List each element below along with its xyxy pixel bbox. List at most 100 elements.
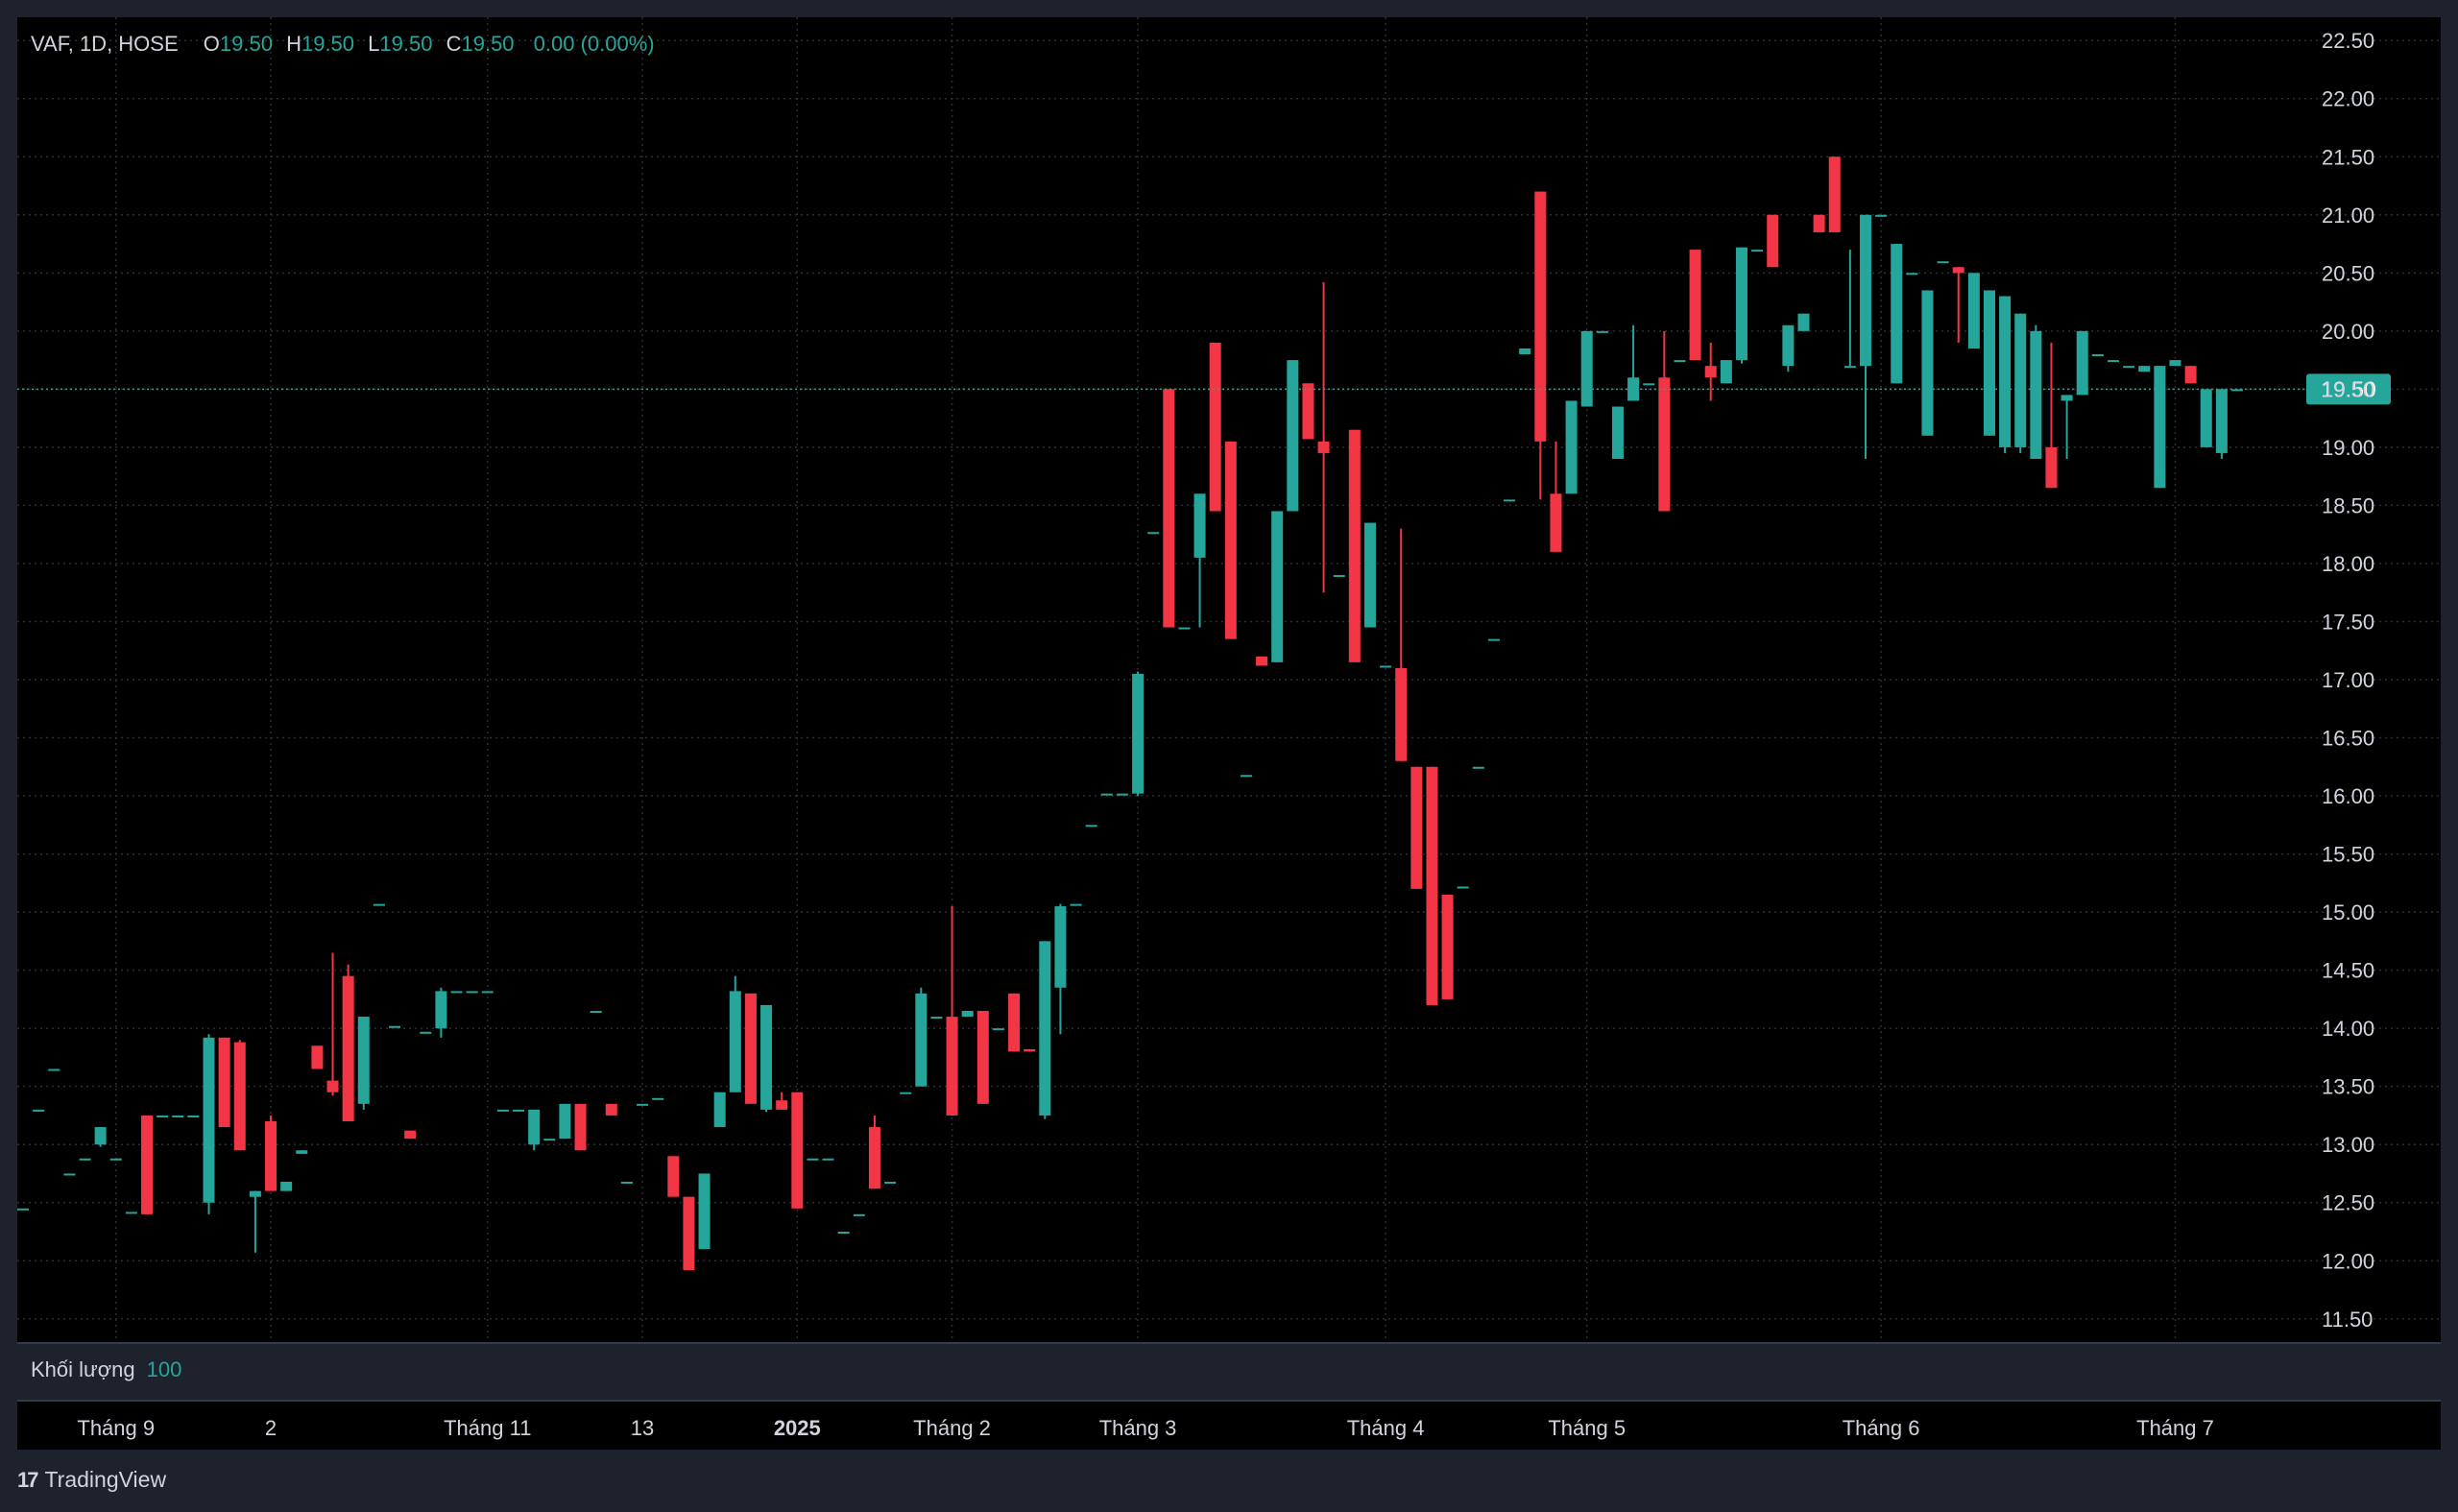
- candle-body: [1302, 383, 1314, 440]
- candle: [1116, 793, 1128, 796]
- candle: [1921, 290, 1934, 436]
- candle: [389, 1025, 401, 1028]
- candle: [1256, 656, 1268, 666]
- candle-body: [203, 1037, 215, 1203]
- candle: [404, 1130, 417, 1140]
- candle-body: [1704, 366, 1717, 378]
- candle-body: [2200, 389, 2212, 447]
- candle: [1426, 766, 1438, 1005]
- candle: [807, 1158, 819, 1161]
- candle-body: [1487, 638, 1500, 641]
- candle-body: [1426, 766, 1438, 1005]
- candle-body: [2184, 366, 2197, 384]
- candle-body: [481, 991, 494, 994]
- price-tick-label: 20.00: [2322, 320, 2374, 344]
- candle: [466, 991, 478, 994]
- candle-body: [1999, 296, 2012, 447]
- candle-body: [1287, 360, 1299, 512]
- close-label: C: [446, 32, 462, 56]
- candle: [900, 1092, 912, 1094]
- candle-body: [637, 1103, 649, 1106]
- chart-area[interactable]: 19.50 22.50 22.00 21.50 21.00 20.50 20.00 19.5…: [0, 0, 2458, 1512]
- candle-body: [404, 1130, 417, 1140]
- candle-body: [574, 1103, 587, 1151]
- candle-body: [125, 1212, 137, 1214]
- candle: [543, 1139, 556, 1141]
- candle: [1689, 250, 1701, 361]
- candle-body: [837, 1232, 850, 1234]
- price-tick-label: 19.00: [2322, 436, 2374, 460]
- candle: [837, 1232, 850, 1234]
- candle-body: [1627, 377, 1640, 401]
- candle: [1441, 894, 1454, 999]
- candle-body: [1008, 993, 1021, 1052]
- brand[interactable]: 17 TradingView: [17, 1467, 166, 1493]
- candle-body: [683, 1196, 695, 1270]
- candle: [450, 991, 463, 994]
- candle: [157, 1115, 169, 1117]
- candle: [822, 1158, 834, 1161]
- candle: [1906, 273, 1918, 276]
- candle-body: [1348, 429, 1361, 662]
- candle: [1333, 575, 1345, 578]
- candle: [590, 1011, 602, 1013]
- candle: [2154, 366, 2166, 489]
- candle-body: [249, 1190, 261, 1197]
- candle-body: [1333, 575, 1345, 578]
- price-tick-label: 17.00: [2322, 668, 2374, 692]
- candle: [915, 987, 928, 1087]
- candle: [605, 1103, 617, 1116]
- candle-body: [1828, 156, 1841, 232]
- candle-body: [1643, 383, 1655, 386]
- candle-body: [2169, 360, 2181, 367]
- candle: [1891, 244, 1903, 384]
- candle-body: [528, 1109, 541, 1145]
- candle-body: [652, 1097, 664, 1100]
- candle: [2014, 313, 2027, 453]
- candle: [992, 1028, 1004, 1031]
- candle: [1596, 330, 1608, 333]
- volume-label[interactable]: Khối lượng: [31, 1357, 135, 1381]
- time-tick-label: Tháng 3: [1099, 1416, 1177, 1440]
- candle-body: [1271, 511, 1284, 662]
- price-axis[interactable]: 22.50 22.00 21.50 21.00 20.50 20.00 19.50 19.00…: [2322, 29, 2374, 1332]
- candle-body: [2045, 446, 2058, 489]
- candle-body: [1085, 825, 1097, 828]
- candle: [698, 1173, 711, 1250]
- price-tick-label: 13.00: [2322, 1133, 2374, 1157]
- candle-body: [976, 1011, 989, 1104]
- candle-body: [311, 1045, 324, 1069]
- candle-body: [884, 1181, 897, 1184]
- price-tick-label: 15.00: [2322, 900, 2374, 924]
- candle-body: [1937, 261, 1949, 264]
- candle-body: [543, 1139, 556, 1141]
- candle-body: [1611, 406, 1624, 459]
- candle-body: [466, 991, 478, 994]
- candle-body: [900, 1092, 912, 1094]
- candle: [1519, 348, 1531, 355]
- candle: [1132, 671, 1145, 797]
- candle: [1937, 261, 1949, 264]
- candle-body: [357, 1017, 370, 1104]
- candle-body: [667, 1156, 680, 1197]
- candle: [1767, 214, 1779, 268]
- candle: [1070, 903, 1082, 906]
- price-tick-label: 19.50: [2322, 377, 2374, 401]
- candle: [63, 1173, 76, 1176]
- candle-body: [342, 975, 354, 1121]
- candle-body: [1844, 366, 1856, 369]
- symbol-name[interactable]: VAF, 1D, HOSE: [31, 32, 179, 56]
- candle-body: [141, 1115, 154, 1214]
- candle: [1348, 429, 1361, 662]
- candle-body: [1024, 1048, 1036, 1052]
- candle: [2184, 366, 2197, 384]
- volume-value: 100: [146, 1357, 182, 1381]
- candle: [342, 964, 354, 1121]
- price-tick-label: 21.00: [2322, 204, 2374, 228]
- time-axis-background: [17, 1402, 2441, 1450]
- price-tick-label: 14.00: [2322, 1017, 2374, 1041]
- candle: [79, 1158, 91, 1161]
- candle-body: [2107, 360, 2119, 363]
- candle-body: [2060, 395, 2073, 401]
- candle: [218, 1037, 230, 1128]
